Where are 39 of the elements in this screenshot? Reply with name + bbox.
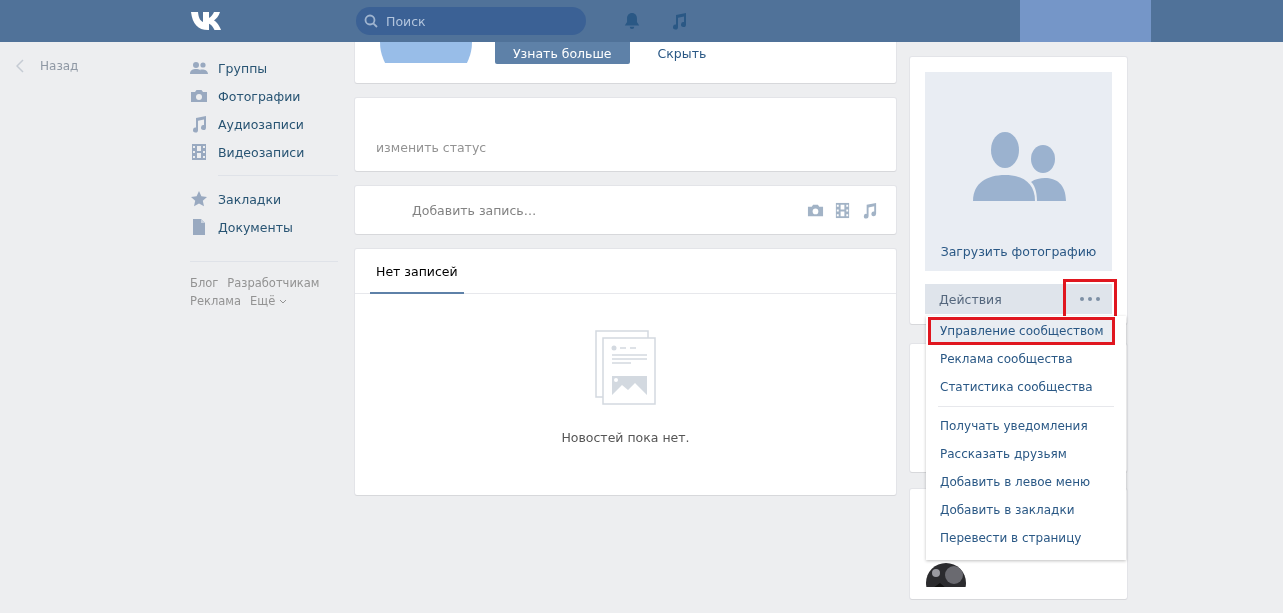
- menu-item[interactable]: Получать уведомления: [926, 412, 1126, 440]
- empty-posts-icon: [594, 330, 657, 406]
- music-note-icon[interactable]: [670, 12, 688, 30]
- menu-item[interactable]: Перевести в страницу: [926, 524, 1126, 552]
- upload-photo-link[interactable]: Загрузить фотографию: [940, 244, 1097, 259]
- photo-placeholder[interactable]: Загрузить фотографию: [925, 72, 1112, 271]
- menu-item[interactable]: Статистика сообщества: [926, 373, 1126, 401]
- caret-icon: [279, 298, 288, 304]
- film-icon: [190, 143, 208, 161]
- document-icon: [190, 218, 208, 236]
- menu-item[interactable]: Добавить в левое меню: [926, 468, 1126, 496]
- search-field[interactable]: Поиск: [356, 7, 586, 35]
- sidebar-item[interactable]: Документы: [190, 213, 345, 241]
- sidebar-item[interactable]: Группы: [190, 54, 345, 82]
- search-input[interactable]: Поиск: [384, 12, 578, 30]
- sidebar-item[interactable]: Фотографии: [190, 82, 345, 110]
- post-composer[interactable]: Добавить запись…: [355, 186, 896, 234]
- wall-tab[interactable]: Нет записей: [370, 249, 464, 294]
- people-icon: [190, 59, 208, 77]
- film-icon[interactable]: [834, 201, 851, 219]
- star-icon: [190, 190, 208, 208]
- search-icon: [364, 14, 378, 28]
- empty-feed-text: Новостей пока нет.: [561, 430, 690, 445]
- bell-icon[interactable]: [623, 12, 641, 30]
- chevron-left-icon: [16, 59, 24, 73]
- hide-button[interactable]: Скрыть: [645, 42, 719, 64]
- menu-item[interactable]: Рассказать друзьям: [926, 440, 1126, 468]
- sidebar-item[interactable]: Аудиозаписи: [190, 110, 345, 138]
- music-note-icon[interactable]: [861, 201, 878, 219]
- sidebar-item[interactable]: Видеозаписи: [190, 138, 345, 166]
- menu-item[interactable]: Управление сообществом: [928, 317, 1115, 345]
- more-icon: [1080, 297, 1100, 301]
- menu-item[interactable]: Реклама сообщества: [926, 345, 1126, 373]
- learn-more-button[interactable]: Узнать больше: [495, 42, 630, 64]
- menu-item[interactable]: Добавить в закладки: [926, 496, 1126, 524]
- camera-icon: [190, 87, 208, 105]
- sidebar-item[interactable]: Закладки: [190, 185, 345, 213]
- logo-icon[interactable]: [190, 11, 224, 31]
- music-note-icon: [190, 115, 208, 133]
